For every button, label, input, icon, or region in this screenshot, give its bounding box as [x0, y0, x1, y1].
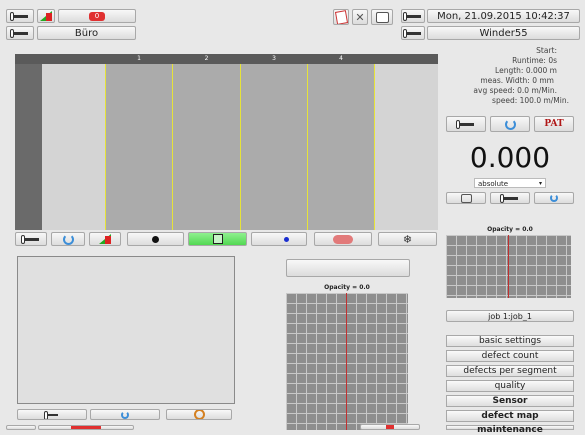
- material-view-left-strip: [15, 64, 42, 230]
- tool-flag-button[interactable]: [251, 232, 307, 246]
- panel-refresh-button[interactable]: [90, 409, 160, 420]
- lane-header-2: 2: [204, 55, 209, 62]
- refresh-icon: [121, 410, 129, 419]
- machine-wrench-button[interactable]: [401, 26, 425, 40]
- printer-button[interactable]: [371, 9, 393, 25]
- alarm-badge-button[interactable]: 0: [58, 9, 136, 23]
- datetime-wrench-button[interactable]: [401, 9, 425, 23]
- refresh-icon: [504, 118, 516, 130]
- heatmap-right-marker: [508, 235, 509, 298]
- wrench-icon: [21, 234, 39, 244]
- panel-clock-button[interactable]: [166, 409, 232, 420]
- counter-print-button[interactable]: [446, 192, 486, 204]
- material-edge-right: [374, 64, 438, 230]
- tool-snowflake-button[interactable]: ❄: [378, 232, 437, 246]
- bottom-badge: [71, 426, 101, 429]
- bottom-center-button[interactable]: [360, 424, 420, 430]
- refresh-icon: [62, 233, 74, 245]
- right-wrench-button[interactable]: [446, 116, 486, 132]
- bottom-badge-button[interactable]: [38, 425, 134, 430]
- panel-wrench-button[interactable]: [17, 409, 87, 420]
- tool-refresh-button[interactable]: [51, 232, 85, 246]
- counter-mode-select[interactable]: absolute ▾: [474, 178, 546, 188]
- ramp-icon: [99, 234, 111, 244]
- defect-image-panel: [17, 256, 235, 404]
- material-view[interactable]: 1 2 3 4: [15, 54, 438, 230]
- datetime-field: Mon, 21.09.2015 10:42:37: [427, 9, 580, 23]
- heatmap-right-label: Opacity = 0.0: [487, 226, 533, 233]
- wrench-icon: [456, 119, 474, 129]
- dot-icon: [152, 235, 159, 243]
- bottom-left-button[interactable]: [6, 425, 36, 430]
- clock-icon: [193, 410, 205, 419]
- brand-logo: PAT: [544, 119, 564, 129]
- settings-button-top-left[interactable]: [6, 9, 34, 23]
- snowflake-icon: ❄: [402, 232, 413, 246]
- alarm-badge: 0: [88, 11, 106, 21]
- printer-icon: [375, 11, 389, 23]
- tool-ramp-button[interactable]: [89, 232, 121, 246]
- machine-field[interactable]: Winder55: [427, 26, 580, 40]
- lane-line: [307, 64, 308, 230]
- counter-reset-button[interactable]: [534, 192, 574, 204]
- lane-header-1: 1: [137, 55, 141, 62]
- job-button[interactable]: job 1:job_1: [446, 310, 574, 322]
- heatmap-center-label: Opacity = 0.0: [324, 284, 370, 291]
- counter-wrench-button[interactable]: [490, 192, 530, 204]
- wrench-icon: [403, 28, 421, 38]
- play-icon: [212, 234, 223, 244]
- menu-quality[interactable]: quality: [446, 380, 574, 392]
- eraser-icon: [333, 234, 353, 244]
- counter-mode-value: absolute: [478, 180, 509, 188]
- brand-button[interactable]: PAT: [534, 116, 574, 132]
- center-action-button[interactable]: [286, 259, 410, 277]
- lane-header-3: 3: [272, 55, 276, 62]
- wrench-icon: [10, 28, 28, 38]
- menu-basic-settings[interactable]: basic settings: [446, 335, 574, 347]
- location-wrench-button[interactable]: [6, 26, 34, 40]
- menu-defects-per-segment[interactable]: defects per segment: [446, 365, 574, 377]
- heatmap-right[interactable]: [446, 235, 571, 298]
- ramp-icon: [40, 11, 52, 21]
- ramp-button-top[interactable]: [37, 9, 55, 23]
- lane-line: [240, 64, 241, 230]
- chevron-down-icon: ▾: [538, 180, 542, 187]
- right-refresh-button[interactable]: [490, 116, 530, 132]
- report-button[interactable]: [333, 9, 349, 25]
- material-edge-left: [42, 64, 105, 230]
- tools-icon: ✕: [355, 10, 365, 24]
- tool-eraser-button[interactable]: [314, 232, 372, 246]
- menu-defect-map[interactable]: defect map: [446, 410, 574, 422]
- flag-dot-icon: [283, 236, 289, 242]
- tool-dot-button[interactable]: [127, 232, 184, 246]
- bottom-alert-icon: [386, 425, 394, 429]
- lane-header-4: 4: [339, 55, 343, 62]
- location-field[interactable]: Büro: [37, 26, 136, 40]
- tool-settings-button[interactable]: [15, 232, 47, 246]
- menu-sensor[interactable]: Sensor: [446, 395, 574, 407]
- tools-button[interactable]: ✕: [352, 9, 368, 25]
- wrench-icon: [500, 193, 518, 203]
- lane-line: [105, 64, 106, 230]
- lane-line: [374, 64, 375, 230]
- lane-line: [172, 64, 173, 230]
- menu-maintenance[interactable]: maintenance: [446, 425, 574, 435]
- wrench-icon: [10, 11, 28, 21]
- menu-defect-count[interactable]: defect count: [446, 350, 574, 362]
- heatmap-center[interactable]: [286, 293, 408, 430]
- report-icon: [334, 10, 348, 24]
- heatmap-center-marker: [346, 293, 347, 430]
- tool-play-button[interactable]: [188, 232, 247, 246]
- wrench-icon: [403, 11, 421, 21]
- refresh-icon: [550, 194, 558, 202]
- wrench-icon: [44, 410, 58, 419]
- length-counter: 0.000: [469, 141, 551, 174]
- printer-icon: [460, 193, 472, 203]
